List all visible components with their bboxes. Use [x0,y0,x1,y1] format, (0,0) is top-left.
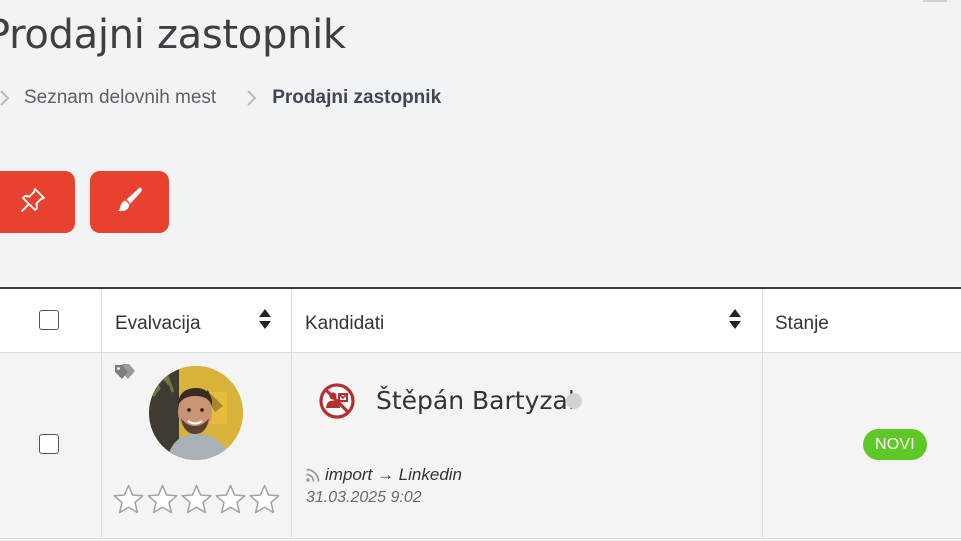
page: Prodajni zastopnik Seznam delovnih mest … [0,0,961,541]
rss-icon [306,468,320,482]
status-badge: NOVI [863,429,927,460]
candidates-table: Evalvacija Kandidati Stanje Štěpán Barty… [0,287,961,541]
online-status-dot [566,393,582,409]
breadcrumb-item-current: Prodajni zastopnik [272,87,442,108]
sort-icon[interactable] [728,308,742,330]
star-icon[interactable] [146,483,179,516]
candidate-source: import → Linkedin [305,464,462,486]
tag-icon[interactable] [114,363,136,386]
avatar[interactable] [149,366,243,460]
column-divider [101,353,102,538]
candidate-source-text: import → Linkedin [325,465,463,484]
chevron-right-icon [0,88,12,108]
candidate-date: 31.03.2025 9:02 [306,489,422,506]
pin-icon [18,185,48,220]
table-header: Evalvacija Kandidati Stanje [0,289,961,353]
header-candidates: Kandidati [305,313,385,334]
sort-icon[interactable] [258,308,272,330]
brush-button[interactable] [90,171,169,233]
star-icon[interactable] [180,483,213,516]
select-all-checkbox[interactable] [39,310,59,330]
no-contact-icon [317,381,357,426]
column-divider [762,289,763,352]
brush-icon [115,185,145,220]
breadcrumb-item-job-list[interactable]: Seznam delovnih mest [24,87,216,109]
breadcrumb: Seznam delovnih mest Prodajni zastopnik [0,86,441,110]
top-edge-divider [923,0,947,2]
star-icon[interactable] [214,483,247,516]
table-row[interactable]: Štěpán Bartyzal import → Linkedin 31.03.… [0,353,961,539]
column-divider [291,353,292,538]
rating-stars[interactable] [112,483,281,516]
chevron-right-icon [247,88,259,108]
header-status: Stanje [775,313,829,334]
candidate-name[interactable]: Štěpán Bartyzal [376,386,575,415]
star-icon[interactable] [112,483,145,516]
row-select-checkbox[interactable] [39,434,59,454]
pin-button[interactable] [0,171,75,233]
star-icon[interactable] [248,483,281,516]
header-evaluation: Evalvacija [115,313,201,334]
page-title: Prodajni zastopnik [0,12,346,58]
column-divider [101,289,102,352]
column-divider [762,353,763,538]
column-divider [291,289,292,352]
